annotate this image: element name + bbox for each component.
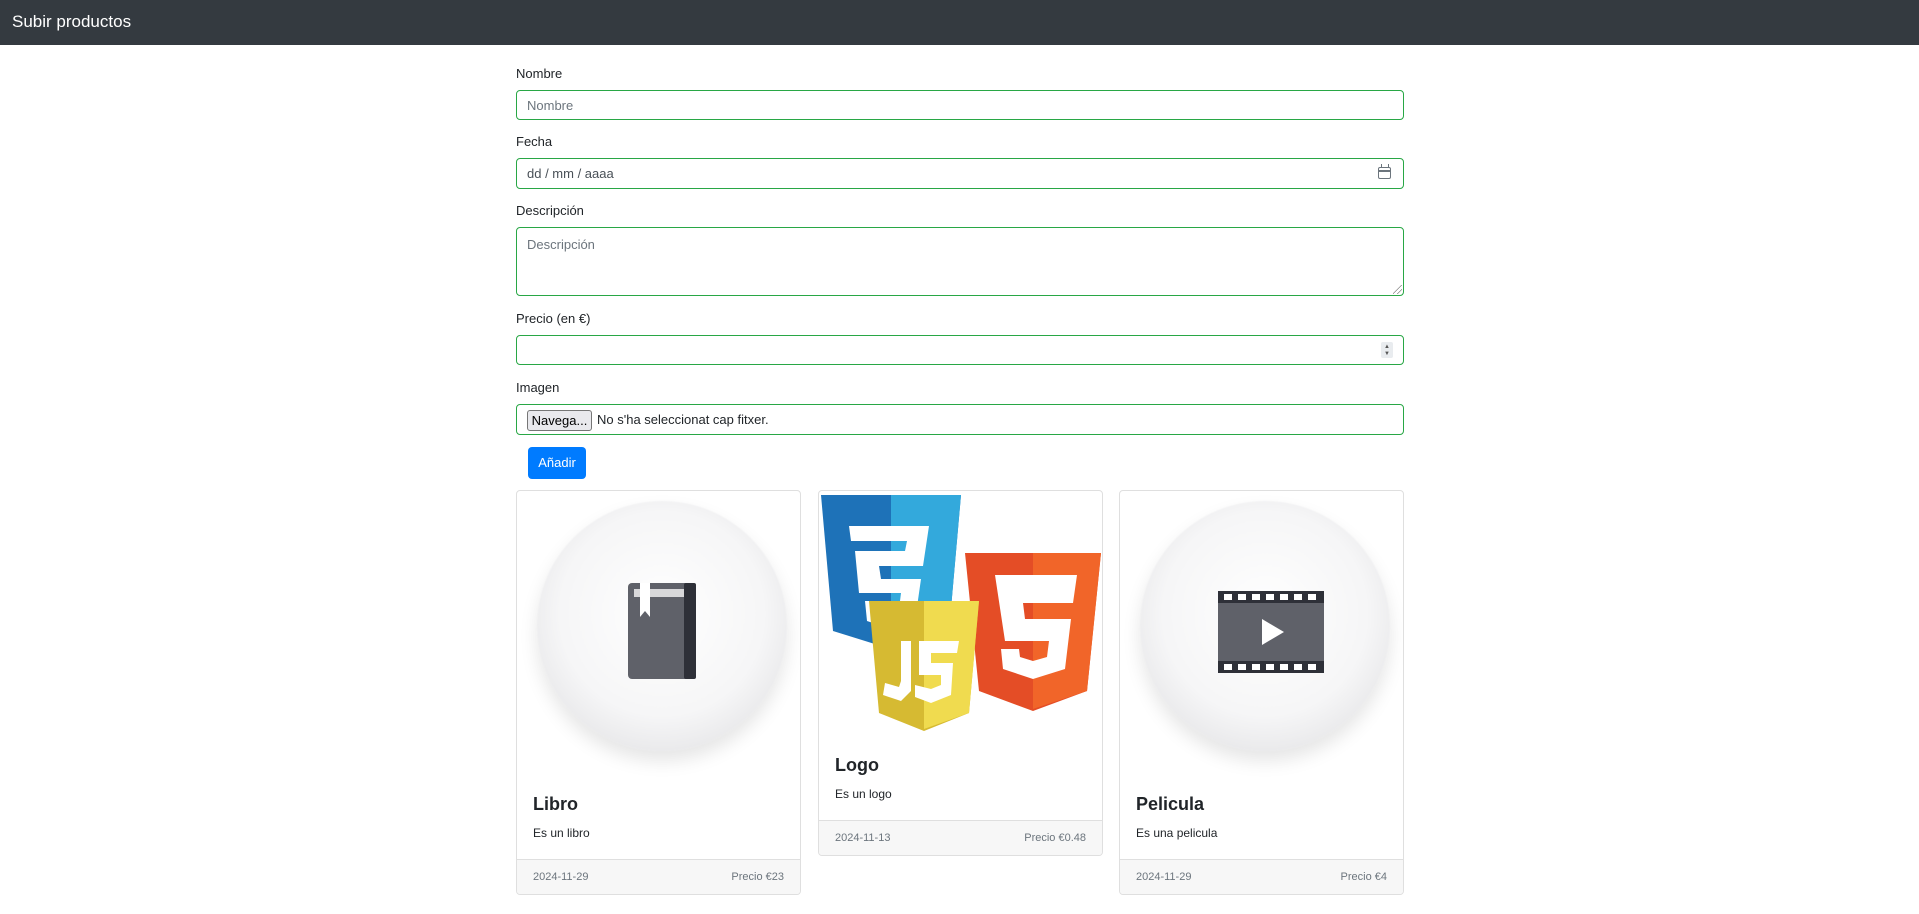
price-input[interactable]: ▲ ▼ (516, 335, 1404, 365)
product-card-libro: Libro Es un libro 2024-11-29 Precio €23 (516, 490, 801, 895)
image-label: Imagen (516, 380, 560, 395)
navbar-brand[interactable]: Subir productos (12, 12, 131, 32)
card-price: Precio €0.48 (1024, 832, 1086, 844)
name-input[interactable]: Nombre (516, 90, 1404, 120)
spinner-up-icon[interactable]: ▲ (1384, 344, 1390, 350)
card-text: Es un logo (835, 787, 892, 801)
product-card-logo: Logo Es un logo 2024-11-13 Precio €0.48 (818, 490, 1103, 856)
card-title: Logo (835, 755, 879, 775)
price-label: Precio (en €) (516, 311, 591, 326)
date-placeholder: dd / mm / aaaa (527, 166, 614, 181)
card-text: Es un libro (533, 826, 590, 840)
book-icon (628, 583, 696, 679)
card-date: 2024-11-29 (1136, 871, 1192, 883)
spinner-down-icon[interactable]: ▼ (1384, 351, 1390, 357)
card-date: 2024-11-29 (533, 871, 589, 883)
number-spinner[interactable]: ▲ ▼ (1381, 342, 1393, 358)
card-date: 2024-11-13 (835, 832, 891, 844)
card-image (1120, 491, 1403, 771)
card-title: Libro (533, 794, 578, 814)
product-card-pelicula: Pelicula Es una pelicula 2024-11-29 Prec… (1119, 490, 1404, 895)
browse-button[interactable]: Navega... (527, 410, 592, 431)
file-status: No s'ha seleccionat cap fitxer. (597, 412, 769, 427)
card-image (517, 491, 800, 771)
name-label: Nombre (516, 66, 563, 81)
description-placeholder: Descripción (527, 237, 595, 252)
description-label: Descripción (516, 203, 584, 218)
css-js-html5-logo (821, 495, 1101, 731)
card-text: Es una pelicula (1136, 826, 1218, 840)
card-footer: 2024-11-13 Precio €0.48 (819, 820, 1102, 855)
navbar: Subir productos (0, 0, 1919, 45)
card-price: Precio €23 (731, 871, 784, 883)
card-price: Precio €4 (1340, 871, 1387, 883)
name-placeholder: Nombre (527, 98, 574, 113)
image-file-input[interactable]: Navega... No s'ha seleccionat cap fitxer… (516, 404, 1404, 435)
date-label: Fecha (516, 134, 553, 149)
calendar-icon[interactable] (1378, 164, 1391, 179)
film-icon (1218, 591, 1324, 673)
add-button[interactable]: Añadir (528, 447, 586, 479)
description-textarea[interactable]: Descripción (516, 227, 1404, 296)
card-image (819, 491, 1102, 736)
date-input[interactable]: dd / mm / aaaa (516, 158, 1404, 189)
resize-grip-icon[interactable] (1393, 285, 1402, 294)
card-title: Pelicula (1136, 794, 1205, 814)
card-footer: 2024-11-29 Precio €23 (517, 859, 800, 894)
card-footer: 2024-11-29 Precio €4 (1120, 859, 1403, 894)
